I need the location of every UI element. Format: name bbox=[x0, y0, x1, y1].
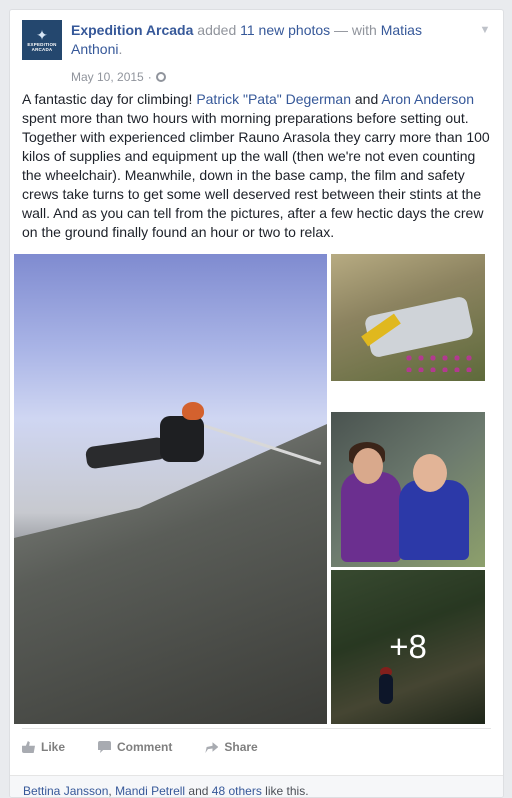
liker-link-mandi[interactable]: Mandi Petrell bbox=[115, 784, 185, 797]
others-likes-link[interactable]: 48 others bbox=[212, 784, 262, 797]
share-button[interactable]: Share bbox=[205, 740, 258, 754]
likes-text: Bettina Jansson, Mandi Petrell and 48 ot… bbox=[23, 784, 309, 798]
post-meta: May 10, 2015 · bbox=[71, 70, 166, 84]
avatar-label: EXPEDITION ARCADA bbox=[27, 42, 57, 52]
body-text-1: A fantastic day for climbing! bbox=[22, 91, 197, 107]
globe-icon[interactable] bbox=[155, 72, 166, 82]
photo-gear-on-ledge[interactable] bbox=[331, 254, 485, 381]
divider bbox=[22, 728, 491, 729]
chevron-down-icon[interactable]: ▼ bbox=[479, 24, 491, 36]
with-text: — with bbox=[334, 22, 377, 38]
liker-link-bettina[interactable]: Bettina Jansson bbox=[23, 784, 108, 797]
photos-count-link[interactable]: 11 new photos bbox=[240, 22, 330, 38]
share-label: Share bbox=[224, 740, 258, 754]
like-button[interactable]: Like bbox=[22, 740, 65, 754]
page-avatar[interactable]: ✦ EXPEDITION ARCADA bbox=[22, 20, 62, 60]
headline-verb: added bbox=[197, 22, 237, 38]
post-header: ✦ EXPEDITION ARCADA Expedition Arcada ad… bbox=[22, 20, 491, 88]
post-body: A fantastic day for climbing! Patrick "P… bbox=[22, 90, 492, 242]
thumbs-up-icon bbox=[22, 741, 35, 753]
likes-summary: Bettina Jansson, Mandi Petrell and 48 ot… bbox=[10, 775, 503, 798]
like-label: Like bbox=[41, 740, 66, 754]
page-name-link[interactable]: Expedition Arcada bbox=[71, 22, 193, 38]
meta-separator: · bbox=[147, 70, 152, 84]
climber-figure bbox=[84, 402, 206, 482]
post-card: ✦ EXPEDITION ARCADA Expedition Arcada ad… bbox=[9, 9, 504, 798]
share-arrow-icon bbox=[205, 742, 219, 753]
compass-star-icon: ✦ bbox=[36, 27, 48, 43]
more-photos-count: +8 bbox=[389, 628, 427, 665]
comment-button[interactable]: Comment bbox=[98, 740, 172, 754]
body-text-3: spent more than two hours with morning p… bbox=[22, 110, 490, 240]
body-text-2: and bbox=[350, 91, 382, 107]
action-bar: Like Comment Share bbox=[22, 740, 291, 754]
photo-grid: +8 bbox=[14, 254, 485, 724]
headline-period: . bbox=[118, 41, 123, 57]
mention-link-patrick[interactable]: Patrick "Pata" Degerman bbox=[196, 91, 351, 107]
post-headline: Expedition Arcada added 11 new photos — … bbox=[71, 21, 471, 59]
comment-label: Comment bbox=[117, 740, 173, 754]
mention-link-aron[interactable]: Aron Anderson bbox=[381, 91, 474, 107]
likes-and: and bbox=[185, 784, 212, 798]
photo-main-climber[interactable] bbox=[14, 254, 327, 724]
post-timestamp[interactable]: May 10, 2015 bbox=[71, 70, 144, 84]
photo-selfie-portaledge[interactable] bbox=[331, 412, 485, 567]
photo-more-overlay[interactable]: +8 bbox=[331, 570, 485, 724]
likes-suffix: like this. bbox=[261, 784, 309, 798]
comment-bubble-icon bbox=[98, 741, 112, 753]
